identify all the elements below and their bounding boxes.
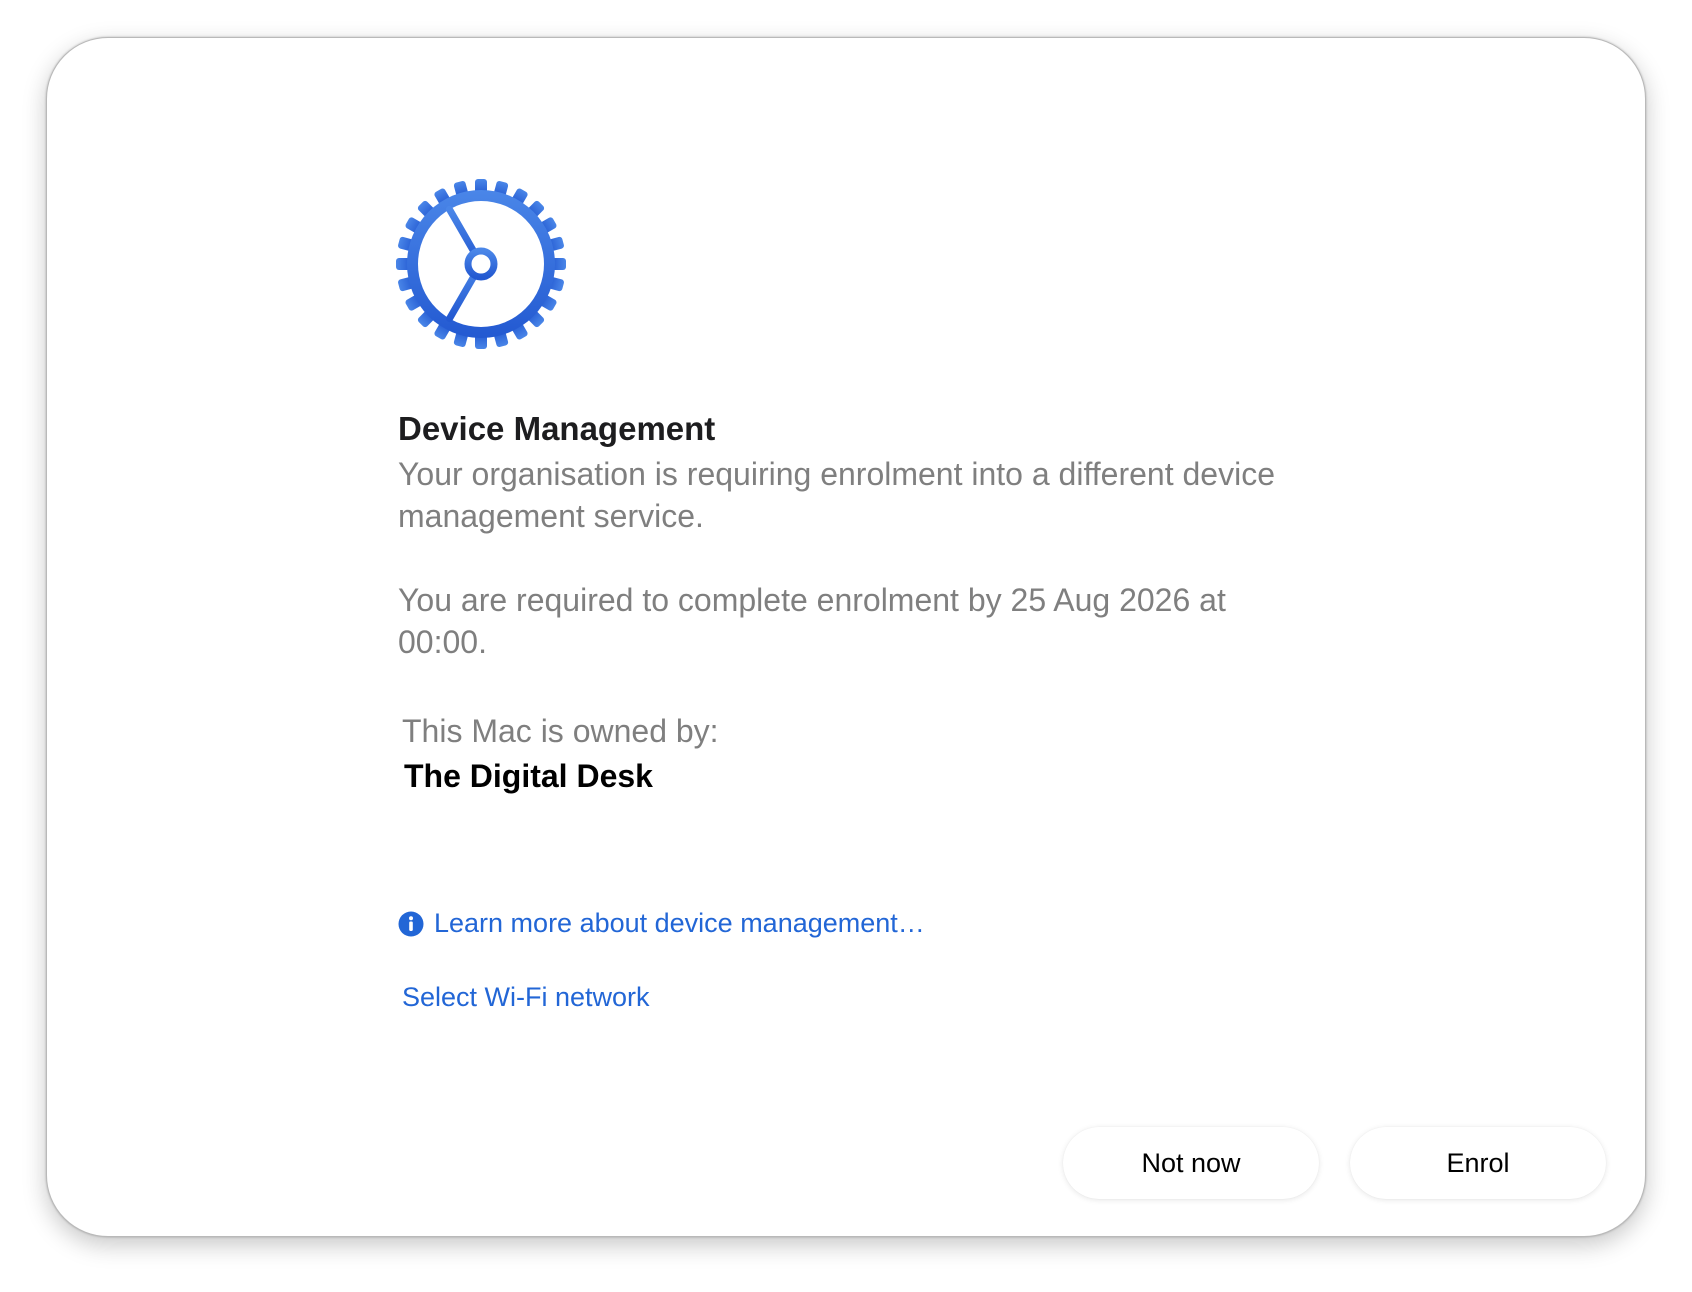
info-icon — [398, 911, 424, 936]
not-now-button[interactable]: Not now — [1063, 1127, 1319, 1199]
dialog-title: Device Management — [398, 410, 716, 447]
enrol-button[interactable]: Enrol — [1350, 1127, 1606, 1199]
select-wifi-link[interactable]: Select Wi-Fi network — [402, 982, 650, 1013]
owner-name: The Digital Desk — [404, 758, 653, 794]
learn-more-label[interactable]: Learn more about device management… — [434, 908, 925, 939]
gear-icon — [396, 179, 566, 349]
device-management-dialog: Device Management Your organisation is r… — [46, 37, 1646, 1237]
enrolment-deadline-text: You are required to complete enrolment b… — [398, 582, 1226, 660]
learn-more-link[interactable]: Learn more about device management… — [398, 908, 925, 939]
owned-by-label: This Mac is owned by: — [402, 713, 719, 749]
dialog-description: Your organisation is requiring enrolment… — [398, 456, 1275, 534]
